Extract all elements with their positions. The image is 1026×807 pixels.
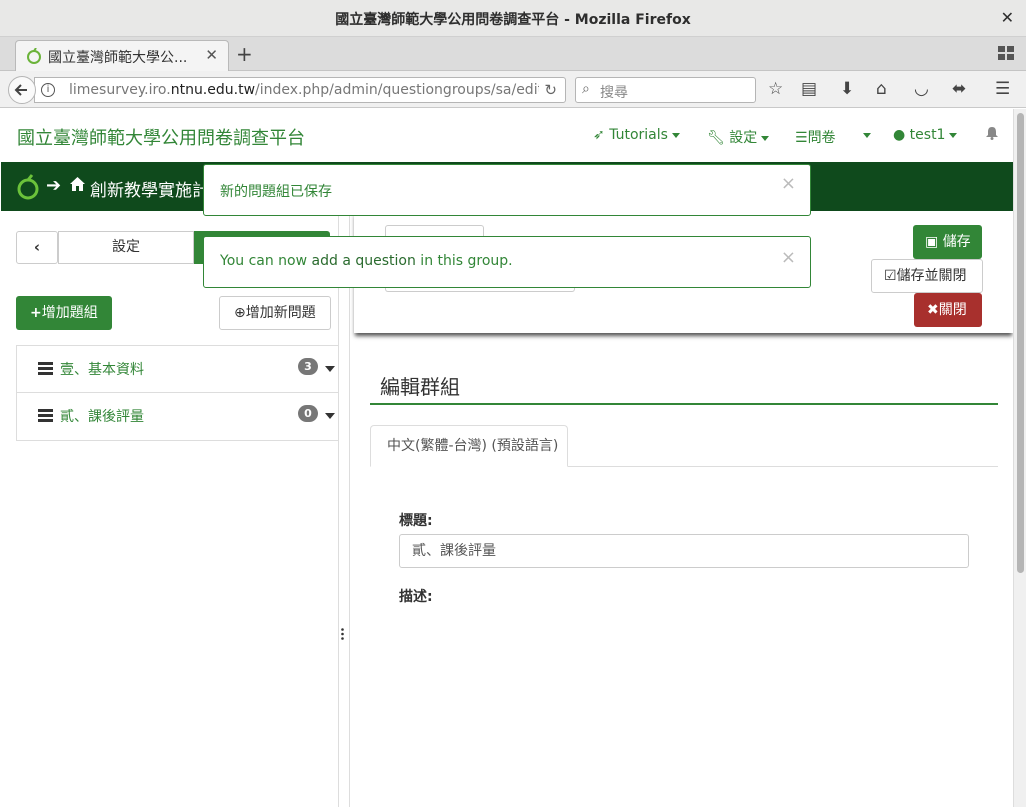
plus-icon: + [30,305,42,321]
saved-notification: 新的問題組已保存 × [203,164,811,216]
browser-tab-label: 國立臺灣師範大學公... [48,50,188,66]
content-divider [349,211,350,807]
close-icon[interactable]: × [781,175,796,193]
limesurvey-favicon-icon [27,48,41,64]
close-icon: ✖ [927,302,939,318]
caret-down-icon [671,132,680,138]
question-count-badge: 0 [298,405,318,422]
window-close-icon[interactable]: ✕ [1001,8,1014,27]
bookmark-star-icon[interactable]: ☆ [768,79,783,99]
floppy-icon: ▣ [925,234,939,250]
hint-notification: You can now add a question in this group… [203,236,811,288]
rocket-icon: ➶ [593,127,605,143]
arrow-right-icon: ➔ [46,175,62,196]
close-button[interactable]: ✖關閉 [914,293,982,327]
reload-icon[interactable]: ↻ [544,81,557,99]
site-info-icon[interactable]: i [41,83,55,97]
tab-overview-icon[interactable] [998,46,1014,60]
url-bar[interactable]: i limesurvey.iro.ntnu.edu.tw/index.php/a… [34,77,566,103]
caret-down-icon [761,135,770,141]
page-scrollbar[interactable] [1013,109,1026,807]
notification-bell-icon[interactable] [985,126,999,140]
menu-icon[interactable]: ☰ [995,79,1010,99]
notification-text: 新的問題組已保存 [220,184,332,200]
sync-icon[interactable]: ⬌ [952,79,966,99]
resize-handle-icon[interactable] [341,628,344,640]
drag-handle-icon[interactable] [38,362,53,375]
caret-down-icon[interactable] [325,366,335,372]
tutorials-menu[interactable]: ➶ Tutorials [593,127,680,143]
collapse-sidebar-button[interactable]: ‹ [16,231,58,264]
home-icon[interactable] [69,176,86,192]
window-title: 國立臺灣師範大學公用問卷調查平台 - Mozilla Firefox [335,12,691,28]
page-title: 編輯群組 [380,375,460,399]
close-icon[interactable]: × [781,249,796,267]
breadcrumb-survey-title[interactable]: 創新教學實施計 [90,176,209,201]
question-count-badge: 3 [298,358,318,375]
tab-close-icon[interactable]: ✕ [205,46,218,64]
question-group-list: 壹、基本資料 3 貳、課後評量 0 [16,345,339,441]
site-brand-link[interactable]: 國立臺灣師範大學公用問卷調查平台 [17,124,305,150]
search-icon: ⌕ [582,81,590,97]
save-button[interactable]: ▣ 儲存 [913,225,982,259]
group-name[interactable]: 貳、課後評量 [60,406,144,426]
add-group-button[interactable]: +增加題組 [16,296,112,330]
user-menu[interactable]: ● test1 [893,127,958,143]
surveys-menu[interactable]: ☰問卷 [795,127,836,147]
list-item[interactable]: 壹、基本資料 3 [17,346,339,393]
notification-text: You can now [220,253,312,269]
title-field[interactable]: 貳、課後評量 [399,534,969,568]
back-button[interactable] [8,76,36,104]
caret-down-icon[interactable] [325,413,335,419]
add-question-link[interactable]: add a question [312,253,416,269]
tab-language-default[interactable]: 中文(繁體-台灣) (預設語言) [370,425,568,467]
title-underline [370,403,998,405]
scrollbar-thumb[interactable] [1017,113,1024,573]
search-input[interactable]: ⌕ 搜尋 [575,77,756,103]
page-viewport: 國立臺灣師範大學公用問卷調查平台 ➶ Tutorials 🔧︎ 設定 ☰問卷 ●… [1,109,1013,807]
add-question-button[interactable]: ⊕增加新問題 [219,296,331,330]
user-icon: ● [893,127,906,143]
checkbox-icon: ☑ [884,268,897,284]
url-text: limesurvey.iro.ntnu.edu.tw/index.php/adm… [69,82,539,98]
settings-menu[interactable]: 🔧︎ 設定 [707,127,770,147]
plus-circle-icon: ⊕ [234,305,246,321]
reading-list-icon[interactable]: ▤ [801,79,817,99]
survey-sidebar: ‹ 設定 +增加題組 ⊕增加新問題 壹、基本資料 3 貳、課後評量 0 [1,211,339,807]
notification-text: in this group. [415,253,513,269]
back-arrow-icon [14,84,27,96]
home-icon[interactable]: ⌂ [876,79,887,99]
browser-tab[interactable]: 國立臺灣師範大學公... ✕ [15,40,229,71]
pocket-icon[interactable]: ◡ [914,79,929,99]
description-label: 描述: [399,589,433,605]
list-icon: ☰ [795,130,808,146]
title-label: 標題: [399,513,433,529]
limesurvey-logo-icon[interactable] [15,174,41,200]
navigation-toolbar: i limesurvey.iro.ntnu.edu.tw/index.php/a… [0,71,1026,108]
window-titlebar: 國立臺灣師範大學公用問卷調查平台 - Mozilla Firefox ✕ [0,0,1026,37]
caret-down-icon [949,132,958,138]
save-and-close-button[interactable]: ☑儲存並關閉 [871,259,983,293]
list-item[interactable]: 貳、課後評量 0 [17,393,339,440]
surveys-dropdown-toggle[interactable] [859,127,871,143]
wrench-icon: 🔧︎ [707,130,725,146]
language-tabs: 中文(繁體-台灣) (預設語言) [370,425,998,467]
caret-down-icon [863,132,871,138]
app-navbar: 國立臺灣師範大學公用問卷調查平台 ➶ Tutorials 🔧︎ 設定 ☰問卷 ●… [1,109,1013,162]
downloads-icon[interactable]: ⬇ [840,79,854,99]
new-tab-icon[interactable]: + [236,42,253,66]
tab-settings[interactable]: 設定 [58,231,194,264]
drag-handle-icon[interactable] [38,409,53,422]
tab-bar: 國立臺灣師範大學公... ✕ + [0,37,1026,71]
group-name[interactable]: 壹、基本資料 [60,359,144,379]
search-placeholder: 搜尋 [600,85,628,101]
